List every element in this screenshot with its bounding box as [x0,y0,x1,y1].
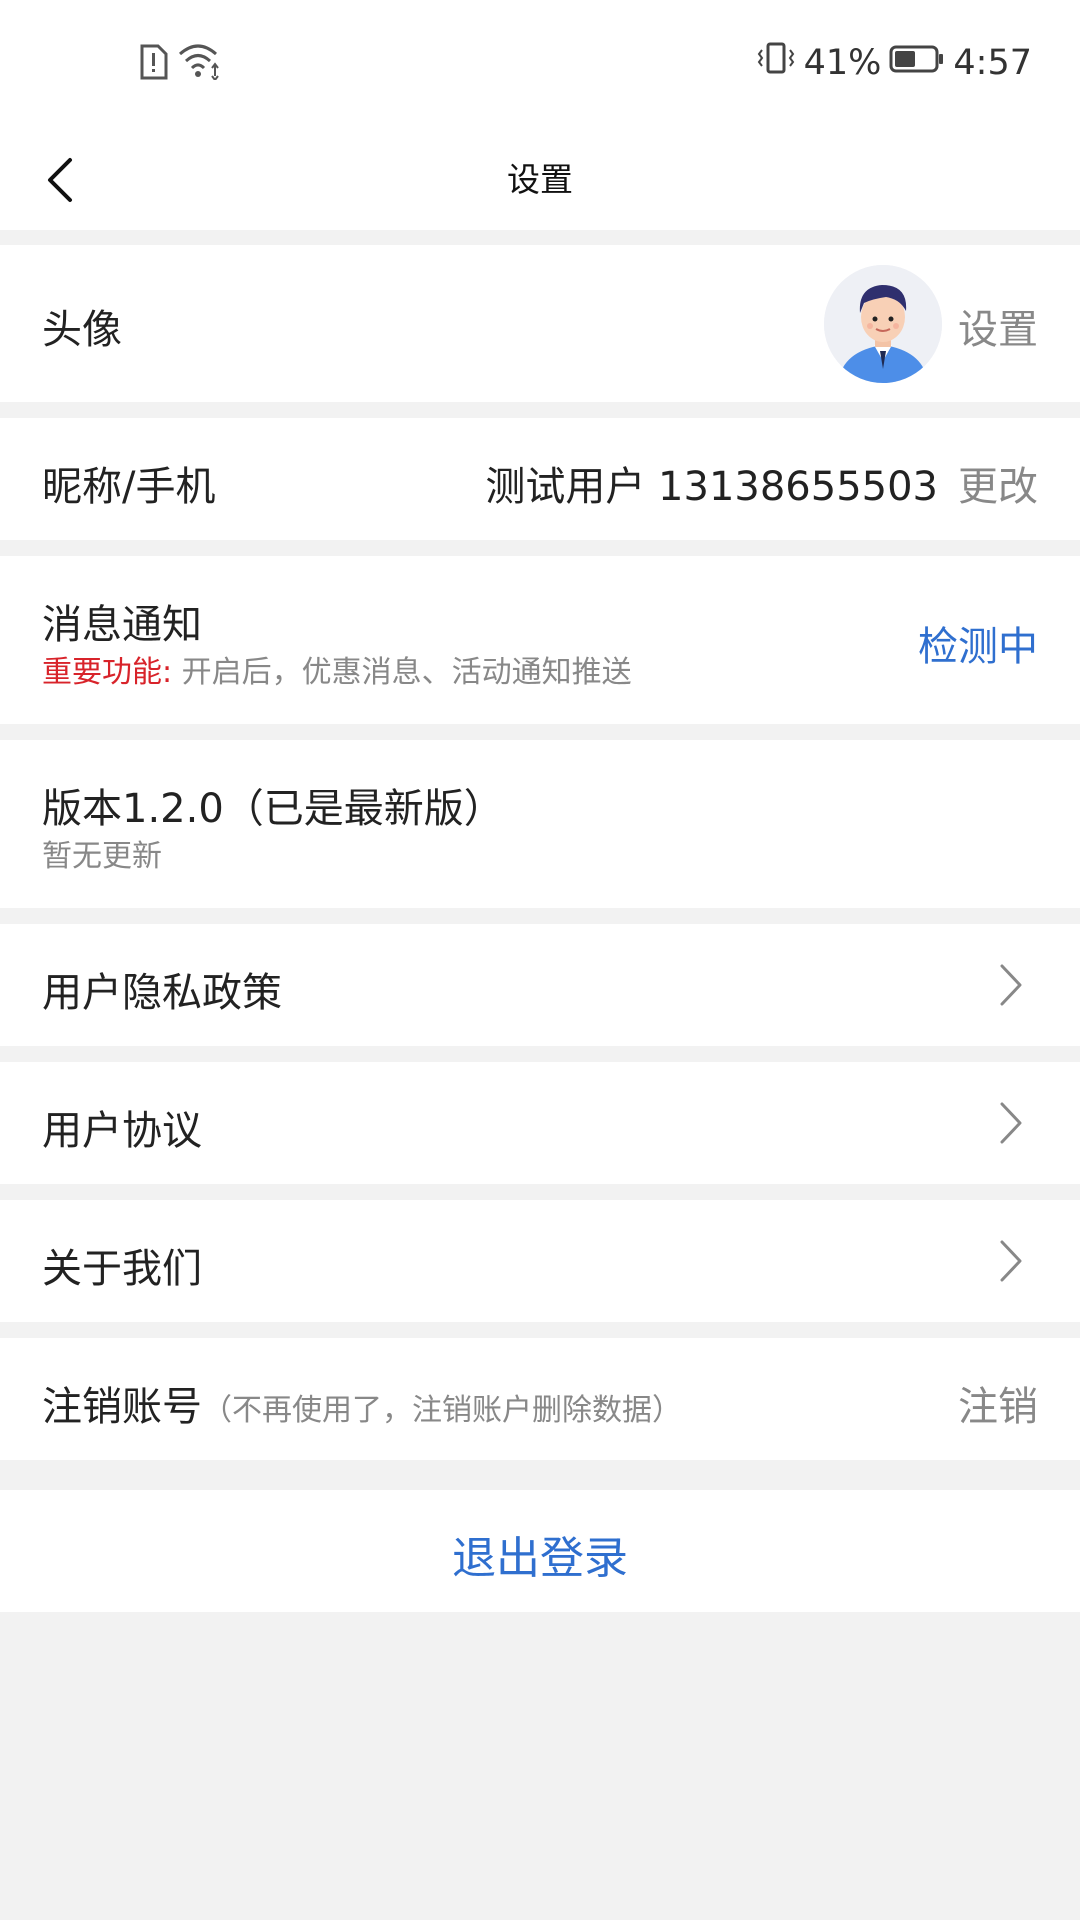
version-sub: 暂无更新 [42,839,162,874]
status-left-icons [138,44,222,84]
user-agreement-label: 用户协议 [42,1108,202,1154]
sim-alert-icon [138,44,168,84]
avatar-label: 头像 [42,307,122,353]
user-agreement-row[interactable]: 用户协议 [0,1062,1080,1184]
privacy-policy-row[interactable]: 用户隐私政策 [0,924,1080,1046]
notification-status[interactable]: 检测中 [918,614,1038,672]
logout-button[interactable]: 退出登录 [0,1522,1080,1586]
cancel-account-hint: （不再使用了，注销账户删除数据） [202,1393,682,1428]
about-label: 关于我们 [42,1246,202,1292]
cancel-account-title: 注销账号 [42,1384,202,1430]
wifi-icon [178,44,222,84]
important-feature-label: 重要功能: [42,655,173,690]
cancel-account-row[interactable]: 注销账号（不再使用了，注销账户删除数据） 注销 [0,1338,1080,1460]
status-bar: 41% 4:57 [0,0,1080,130]
avatar[interactable] [824,265,942,383]
notification-label: 消息通知 [42,602,202,648]
vibrate-icon [756,40,796,85]
nickname-change-button[interactable]: 更改 [958,454,1038,512]
avatar-row[interactable]: 头像 设置 [0,245,1080,402]
notification-description: 重要功能: 开启后，优惠消息、活动通知推送 [42,647,632,691]
status-time: 4:57 [953,42,1032,83]
notification-row[interactable]: 消息通知 重要功能: 开启后，优惠消息、活动通知推送 检测中 [0,556,1080,724]
status-right: 41% 4:57 [756,40,1032,85]
about-row[interactable]: 关于我们 [0,1200,1080,1322]
version-label: 版本1.2.0（已是最新版） [42,786,504,832]
user-avatar-icon [824,265,942,383]
avatar-set-button[interactable]: 设置 [958,297,1038,355]
version-row[interactable]: 版本1.2.0（已是最新版） 暂无更新 [0,740,1080,908]
cancel-account-button[interactable]: 注销 [958,1374,1038,1432]
nickname-row[interactable]: 昵称/手机 测试用户 13138655503 更改 [0,418,1080,540]
nav-bar: 设置 [0,130,1080,230]
logout-row: 退出登录 [0,1490,1080,1612]
page-title: 设置 [507,160,573,199]
chevron-right-icon [1000,1240,1022,1282]
nickname-value: 测试用户 13138655503 [485,464,938,510]
cancel-account-label: 注销账号（不再使用了，注销账户删除数据） [42,1374,682,1432]
nickname-label: 昵称/手机 [42,464,216,510]
privacy-policy-label: 用户隐私政策 [42,970,282,1016]
notification-hint: 开启后，优惠消息、活动通知推送 [172,655,632,690]
chevron-right-icon [1000,1102,1022,1144]
chevron-right-icon [1000,964,1022,1006]
battery-percent: 41% [803,42,882,83]
battery-icon [889,43,945,83]
